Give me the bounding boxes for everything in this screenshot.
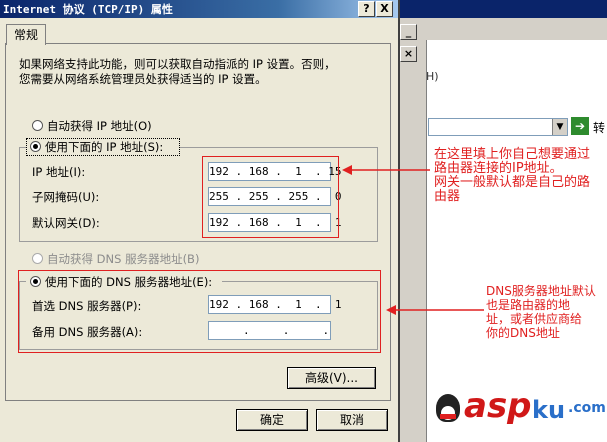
ip-note-line2: 路由器连接的IP地址。	[434, 161, 563, 176]
watermark-logo: asp ku .com	[432, 386, 607, 442]
ip-note-line1: 在这里填上你自己想要通过	[434, 147, 591, 162]
ip-note-line4: 由器	[434, 189, 461, 204]
watermark-suffix: ku	[532, 396, 566, 424]
dns-note-line2: 也是路由器的地	[486, 298, 571, 312]
dns-note-line1: DNS服务器地址默认	[486, 284, 596, 298]
watermark-tld: .com	[568, 400, 606, 416]
ip-note-line3: 网关一般默认都是自己的路	[434, 175, 591, 190]
annotation-arrows	[342, 165, 484, 315]
watermark-brand: asp	[464, 386, 532, 426]
penguin-icon	[436, 394, 460, 422]
dns-note-line3: 址，或者供应商给	[486, 312, 583, 326]
tab-general[interactable]: 常规	[6, 24, 46, 45]
dns-note-line4: 你的DNS地址	[486, 326, 560, 340]
